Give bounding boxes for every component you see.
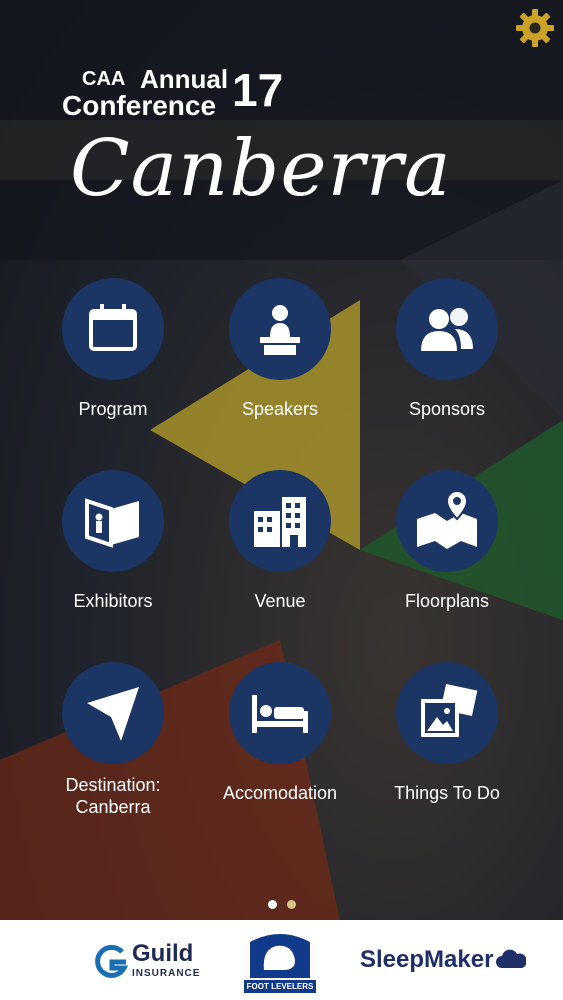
menu-item-floorplans[interactable]: Floorplans [364, 470, 530, 612]
menu-label: Destination: Canberra [65, 775, 161, 817]
menu-item-venue[interactable]: Venue [197, 470, 363, 612]
map-pin-icon [396, 470, 498, 572]
speaker-podium-icon [229, 278, 331, 380]
guild-logo-icon [95, 944, 128, 978]
page-dot-active[interactable] [267, 900, 277, 909]
menu-item-speakers[interactable]: Speakers [197, 278, 363, 420]
menu-label: Sponsors [408, 399, 486, 419]
photos-icon [396, 662, 498, 764]
menu-item-destination[interactable]: Destination: Canberra [30, 662, 196, 818]
bed-icon [229, 662, 331, 764]
cloud-icon [496, 949, 526, 968]
navigation-arrow-icon [62, 662, 164, 764]
sponsor-footer: Guild INSURANCE FOOT LEVELERS SleepMaker [0, 920, 563, 1000]
menu-item-program[interactable]: Program [30, 278, 196, 420]
menu-item-sponsors[interactable]: Sponsors [364, 278, 530, 420]
logo-conference: Conference [62, 90, 217, 121]
menu-item-exhibitors[interactable]: Exhibitors [30, 470, 196, 612]
sponsor-guild-logo[interactable]: Guild INSURANCE [92, 940, 204, 984]
building-icon [229, 470, 331, 572]
menu-label: Exhibitors [73, 591, 153, 611]
logo-org: CAA [82, 68, 126, 90]
sponsor-sleepmaker-logo[interactable]: SleepMaker [360, 946, 530, 980]
menu-label: Program [78, 399, 148, 419]
page-dot[interactable] [286, 900, 296, 909]
menu-label: Things To Do [394, 783, 500, 803]
logo-city: Canberra [70, 124, 452, 214]
guild-sub: INSURANCE [132, 968, 201, 979]
menu-label: Speakers [241, 399, 319, 419]
sleepmaker-name: SleepMaker [360, 946, 494, 973]
conference-logo: CAA Annual Conference 17 Canberra [60, 64, 500, 234]
menu-item-accomodation[interactable]: Accomodation [197, 662, 363, 804]
guild-name: Guild [132, 940, 194, 967]
logo-year: 17 [232, 64, 284, 116]
calendar-icon [62, 278, 164, 380]
menu-label: Venue [254, 591, 306, 611]
menu-item-things-to-do[interactable]: Things To Do [364, 662, 530, 804]
settings-gear-icon[interactable] [513, 6, 557, 50]
foot-levelers-name: FOOT LEVELERS [244, 980, 316, 993]
page-indicator [0, 896, 563, 914]
people-icon [396, 278, 498, 380]
exhibit-booth-icon [62, 470, 164, 572]
foot-levelers-emblem [250, 934, 310, 978]
menu-label: Floorplans [404, 591, 490, 611]
sponsor-foot-levelers-logo[interactable]: FOOT LEVELERS [242, 932, 318, 994]
menu-label: Accomodation [222, 783, 338, 803]
